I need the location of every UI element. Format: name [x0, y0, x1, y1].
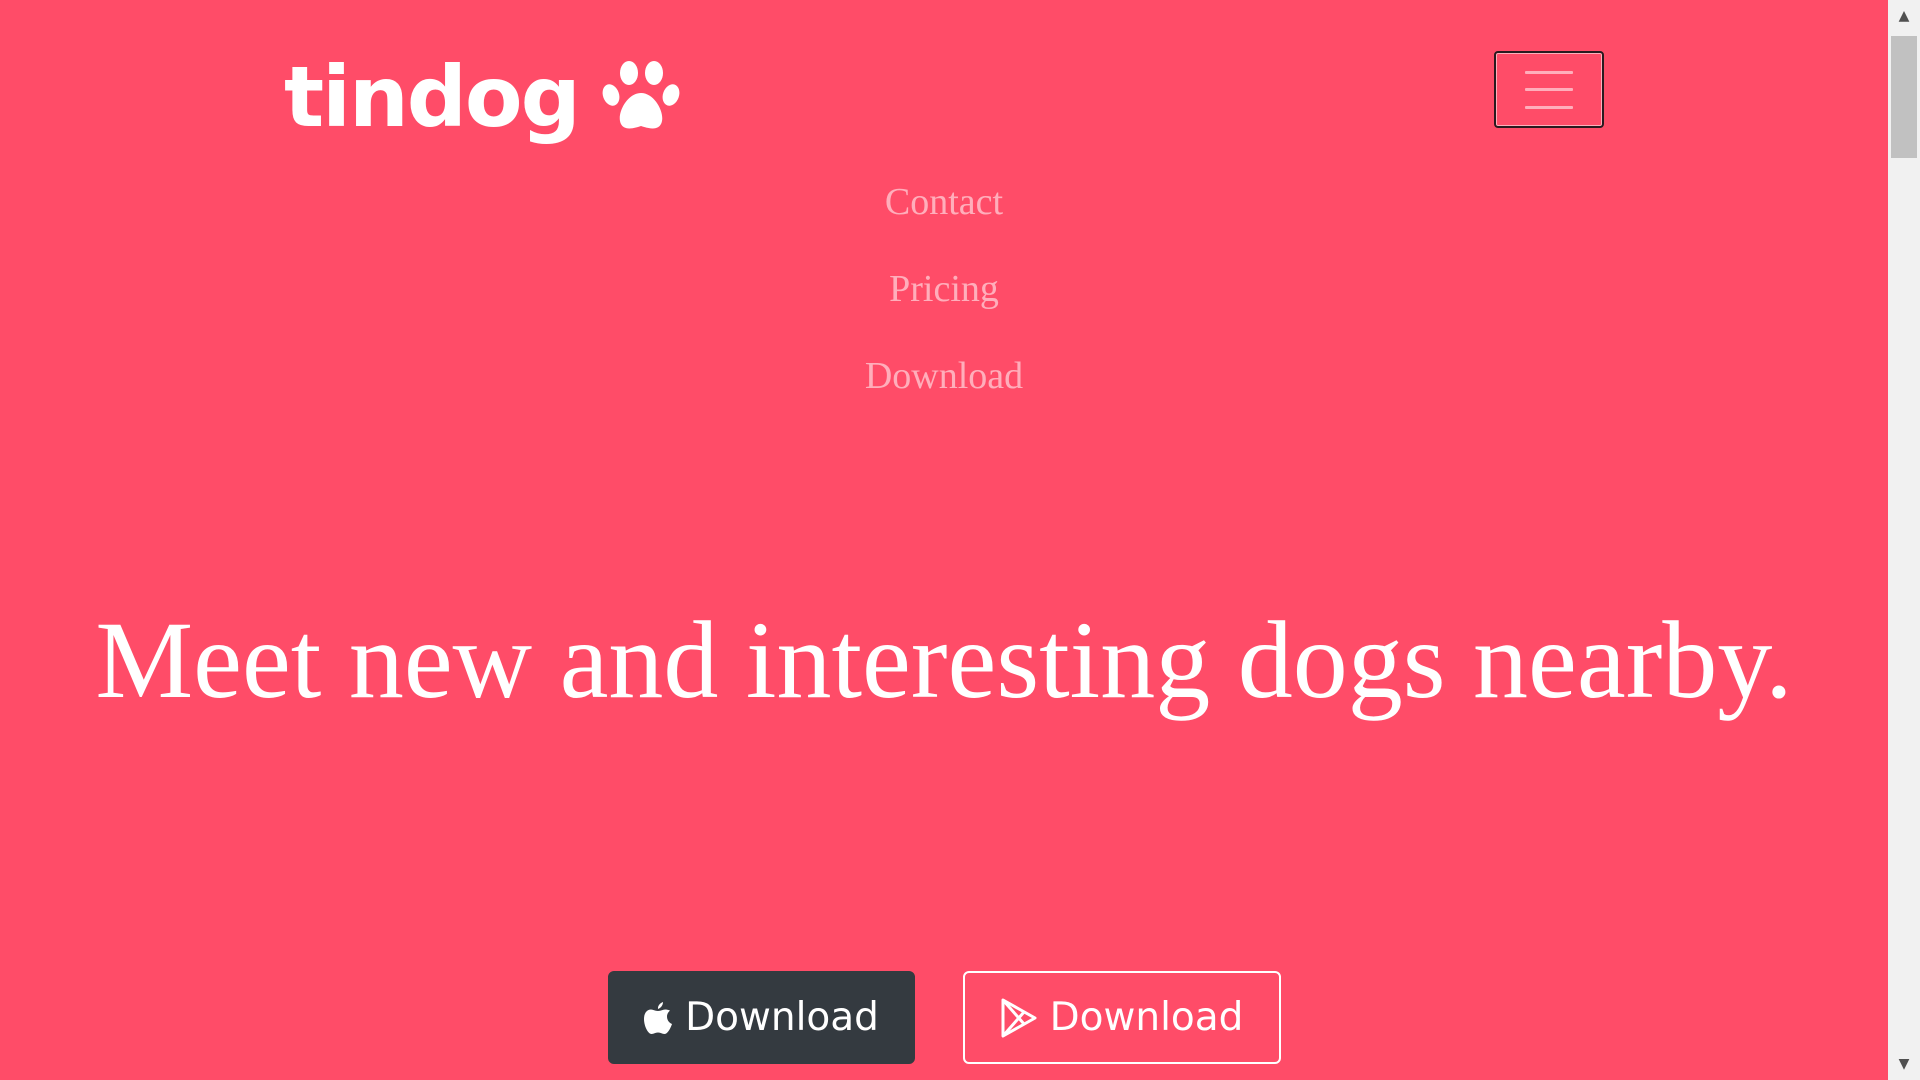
- nav-link-pricing[interactable]: Pricing: [889, 259, 999, 319]
- hamburger-line: [1525, 88, 1573, 91]
- google-play-icon: [1001, 998, 1037, 1037]
- google-play-download-label: Download: [1049, 995, 1244, 1040]
- nav-link-download[interactable]: Download: [865, 346, 1023, 406]
- nav-item-pricing: Pricing: [0, 259, 1888, 346]
- hamburger-icon: [1525, 70, 1573, 109]
- nav-item-download: Download: [0, 346, 1888, 433]
- brand-name: tindog: [284, 48, 581, 146]
- download-buttons: Download Download: [0, 971, 1888, 1064]
- google-play-download-button[interactable]: Download: [962, 971, 1281, 1064]
- hamburger-line: [1525, 105, 1573, 109]
- vertical-scrollbar[interactable]: ▲ ▼: [1888, 0, 1920, 1080]
- scrollbar-thumb[interactable]: [1891, 36, 1917, 158]
- hero-title: Meet new and interesting dogs nearby.: [95, 599, 1793, 721]
- paw-icon: [602, 61, 680, 129]
- nav-link-contact[interactable]: Contact: [885, 172, 1003, 232]
- apple-icon: [644, 1001, 673, 1034]
- scroll-down-arrow-icon[interactable]: ▼: [1888, 1048, 1920, 1080]
- navbar-toggler-button[interactable]: [1494, 51, 1604, 128]
- apple-download-button[interactable]: Download: [607, 971, 915, 1064]
- hamburger-line: [1525, 70, 1573, 74]
- scroll-up-arrow-icon[interactable]: ▲: [1888, 0, 1920, 32]
- apple-download-label: Download: [685, 995, 879, 1040]
- page: tindog Contact Pricing Download Meet new…: [0, 0, 1888, 1080]
- nav-item-contact: Contact: [0, 172, 1888, 259]
- brand-logo[interactable]: tindog: [284, 42, 681, 152]
- nav-menu: Contact Pricing Download: [0, 172, 1888, 433]
